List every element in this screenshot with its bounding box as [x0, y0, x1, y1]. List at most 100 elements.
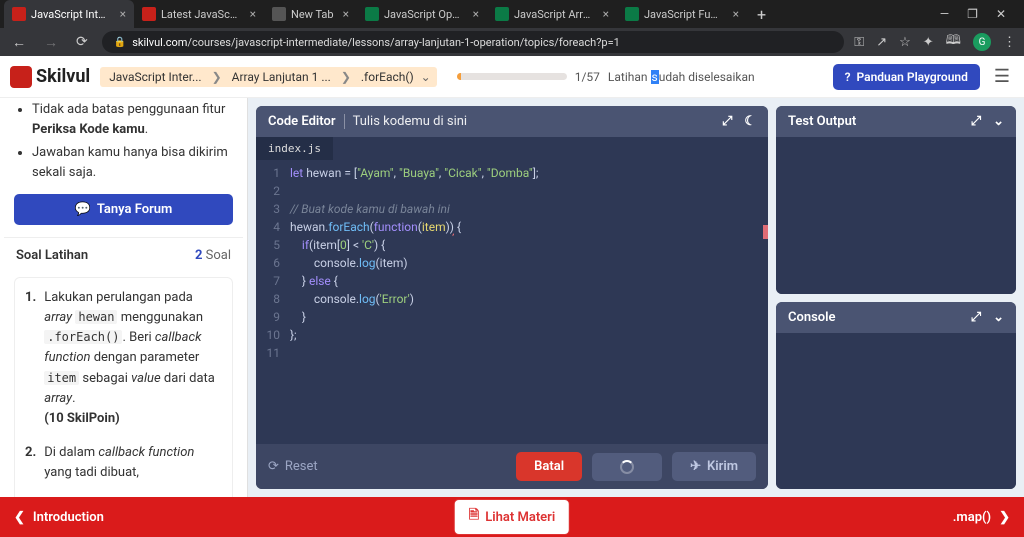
console-body [776, 333, 1016, 490]
star-icon[interactable]: ☆ [899, 35, 911, 50]
editor-header: Code Editor Tulis kodemu di sini ⤢ ☾ [256, 106, 768, 137]
close-tab-icon[interactable]: × [733, 7, 739, 21]
exercise-item: 2.Di dalam callback function yang tadi d… [25, 443, 222, 483]
minimize-icon[interactable]: — [940, 7, 949, 21]
code-line[interactable]: 5 if(item[0] < 'C') { [256, 236, 768, 254]
close-tab-icon[interactable]: × [473, 7, 479, 21]
breadcrumb[interactable]: JavaScript Inter... ❯ Array Lanjutan 1 .… [100, 67, 437, 87]
key-icon[interactable]: ⚿ [854, 35, 864, 50]
new-tab-button[interactable]: + [747, 5, 776, 24]
document-icon: 🗎 [469, 506, 479, 528]
maximize-icon[interactable]: ❐ [967, 7, 978, 21]
crumb-course[interactable]: JavaScript Inter... [106, 70, 204, 84]
browser-tab[interactable]: Latest JavaScript I× [134, 0, 264, 28]
chevron-right-icon: ❯ [999, 510, 1010, 525]
close-window-icon[interactable]: ✕ [996, 7, 1006, 21]
reload-icon[interactable]: ⟳ [72, 32, 92, 52]
code-line[interactable]: 3// Buat kode kamu di bawah ini [256, 200, 768, 218]
progress-bar [457, 73, 567, 80]
browser-tab[interactable]: New Tab× [264, 0, 357, 28]
next-topic-button[interactable]: .map() ❯ [953, 510, 1010, 525]
section-title: Soal Latihan [16, 248, 88, 263]
rules-list: Tidak ada batas penggunaan fitur Periksa… [4, 98, 243, 182]
help-icon: ? [845, 70, 851, 84]
error-marker [763, 225, 768, 239]
prev-topic-button[interactable]: ❮ Introduction [14, 510, 104, 525]
url-host: skilvul.com [132, 36, 187, 49]
expand-icon[interactable]: ⤢ [722, 114, 732, 129]
close-tab-icon[interactable]: × [120, 7, 126, 21]
guide-button[interactable]: ? Panduan Playground [833, 64, 980, 90]
reset-button[interactable]: ⟳ Reset [268, 459, 318, 474]
extensions-icon[interactable]: ✦ [923, 35, 934, 50]
chevron-down-icon[interactable]: ⌄ [993, 114, 1004, 129]
theme-icon[interactable]: ☾ [744, 114, 756, 129]
reading-list-icon[interactable]: 🕮 [946, 31, 961, 53]
code-line[interactable]: 6 console.log(item) [256, 254, 768, 272]
favicon-icon [12, 7, 26, 21]
logo[interactable]: Skilvul [10, 66, 90, 88]
browser-tab[interactable]: JavaScript Function× [617, 0, 747, 28]
chevron-down-icon[interactable]: ⌄ [417, 70, 431, 84]
logo-text: Skilvul [36, 66, 90, 87]
file-tab[interactable]: index.js [256, 137, 333, 160]
editor-subtitle: Tulis kodemu di sini [344, 114, 468, 129]
crumb-lesson[interactable]: Array Lanjutan 1 ... [229, 70, 334, 84]
url-input[interactable]: 🔒 skilvul.com/courses/javascript-interme… [102, 31, 845, 53]
code-line[interactable]: 7 } else { [256, 272, 768, 290]
expand-icon[interactable]: ⤢ [971, 114, 981, 129]
code-line[interactable]: 4hewan.forEach(function(item)) { [256, 218, 768, 236]
cancel-button[interactable]: Batal [516, 452, 582, 481]
editor-footer: ⟳ Reset Batal ✈ Kirim [256, 444, 768, 489]
browser-tab[interactable]: JavaScript Interme× [4, 0, 134, 28]
chevron-right-icon: ❯ [334, 70, 358, 84]
code-area[interactable]: 1let hewan = ["Ayam", "Buaya", "Cicak", … [256, 160, 768, 444]
loading-button[interactable] [592, 453, 662, 481]
forum-button[interactable]: 💬 Tanya Forum [14, 194, 233, 225]
code-line[interactable]: 10}; [256, 326, 768, 344]
submit-button[interactable]: ✈ Kirim [672, 452, 756, 481]
rule-item: Tidak ada batas penggunaan fitur Periksa… [32, 100, 243, 139]
browser-tab[interactable]: JavaScript Array fil× [487, 0, 617, 28]
code-line[interactable]: 8 console.log('Error') [256, 290, 768, 308]
close-tab-icon[interactable]: × [250, 7, 256, 21]
progress-text: 1/57 [575, 70, 600, 84]
view-material-button[interactable]: 🗎 Lihat Materi [454, 499, 570, 535]
window-controls: — ❐ ✕ [926, 7, 1020, 21]
favicon-icon [365, 7, 379, 21]
code-line[interactable]: 2 [256, 182, 768, 200]
test-output-header: Test Output ⤢ ⌄ [776, 106, 1016, 137]
console-panel: Console ⤢ ⌄ [776, 302, 1016, 490]
section-header: Soal Latihan 2 Soal [4, 237, 243, 273]
browser-tab-bar: JavaScript Interme×Latest JavaScript I×N… [0, 0, 1024, 28]
test-output-body [776, 137, 1016, 294]
send-icon: ✈ [690, 459, 701, 474]
console-title: Console [788, 310, 836, 325]
share-icon[interactable]: ↗ [876, 35, 887, 50]
favicon-icon [495, 7, 509, 21]
menu-icon[interactable]: ☰ [990, 66, 1014, 87]
back-icon[interactable]: ← [8, 32, 30, 53]
profile-avatar[interactable]: G [973, 33, 991, 51]
code-line[interactable]: 1let hewan = ["Ayam", "Buaya", "Cicak", … [256, 164, 768, 182]
browser-tab[interactable]: JavaScript Operato× [357, 0, 487, 28]
spinner-icon [620, 460, 634, 474]
favicon-icon [272, 7, 286, 21]
close-tab-icon[interactable]: × [603, 7, 609, 21]
code-line[interactable]: 11 [256, 344, 768, 362]
crumb-topic[interactable]: .forEach() [358, 70, 417, 84]
test-output-panel: Test Output ⤢ ⌄ [776, 106, 1016, 294]
code-line[interactable]: 9 } [256, 308, 768, 326]
menu-icon[interactable]: ⋮ [1003, 35, 1016, 50]
refresh-icon: ⟳ [268, 459, 279, 474]
close-tab-icon[interactable]: × [343, 7, 349, 21]
chat-icon: 💬 [75, 202, 91, 217]
editor-title: Code Editor [268, 114, 336, 129]
favicon-icon [625, 7, 639, 21]
expand-icon[interactable]: ⤢ [971, 310, 981, 325]
chevron-down-icon[interactable]: ⌄ [993, 310, 1004, 325]
favicon-icon [142, 7, 156, 21]
forward-icon[interactable]: → [40, 32, 62, 53]
exercise-item: 1.Lakukan perulangan pada array hewan me… [25, 288, 222, 429]
console-header: Console ⤢ ⌄ [776, 302, 1016, 333]
